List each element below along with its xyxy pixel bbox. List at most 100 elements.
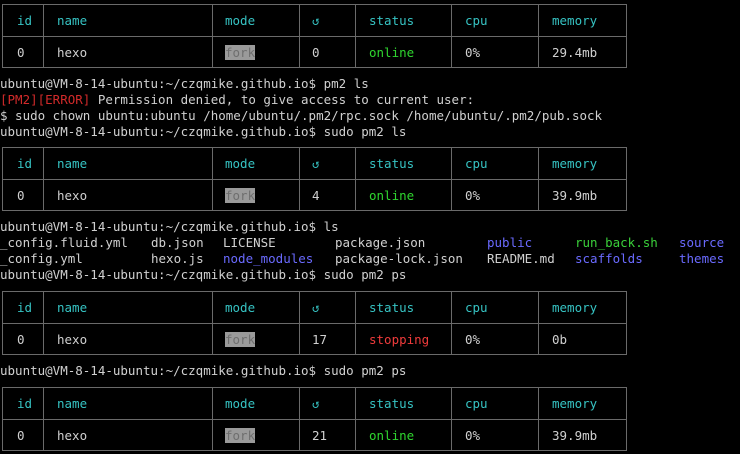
command-line: ubuntu@VM-8-14-ubuntu:~/czqmike.github.i… [0,363,406,379]
command-line: ubuntu@VM-8-14-ubuntu:~/czqmike.github.i… [0,267,406,283]
command-text: sudo pm2 ps [323,267,407,282]
command-line: ubuntu@VM-8-14-ubuntu:~/czqmike.github.i… [0,219,339,235]
cell-name: hexo [57,332,88,347]
fix-hint-line: $ sudo chown ubuntu:ubuntu /home/ubuntu/… [0,108,603,123]
error-line: [PM2][ERROR] Permission denied, to give … [0,92,474,108]
error-message: Permission denied, to give access to cur… [90,92,475,107]
shell-prompt: ubuntu@VM-8-14-ubuntu:~/czqmike.github.i… [0,219,317,234]
header-name: name [57,156,88,171]
header-status: status [369,156,415,171]
cell-name: hexo [57,428,88,443]
table-row: 0 hexo fork 4 online 0% 39.9mb [3,180,626,212]
error-tag: [PM2][ERROR] [0,92,91,107]
cell-restarts: 17 [312,332,328,347]
header-memory: memory [552,156,598,171]
header-memory: memory [552,13,598,28]
header-mode: mode [225,300,256,315]
pm2-process-table-4: id name mode ↺ status cpu memory 0 hexo … [2,387,627,451]
cell-name: hexo [57,45,88,60]
header-status: status [369,13,415,28]
cell-mode: fork [225,180,256,212]
cell-status: online [369,45,415,60]
restart-icon: ↺ [312,300,320,315]
cell-name: hexo [57,188,88,203]
pm2-process-table-2: id name mode ↺ status cpu memory 0 hexo … [2,147,627,211]
header-name: name [57,300,88,315]
ls-entry-file: _config.yml [0,251,83,266]
mode-badge: fork [225,45,256,60]
table-header: id name mode ↺ status cpu memory [3,388,626,420]
cell-memory: 39.9mb [552,428,598,443]
cell-cpu: 0% [465,45,481,60]
mode-badge: fork [225,332,256,347]
table-header: id name mode ↺ status cpu memory [3,292,626,324]
ls-entry-directory: scaffolds [575,251,643,266]
cell-status: stopping [369,332,430,347]
cell-status: online [369,188,415,203]
ls-entry-file: README.md [487,251,555,266]
command-text: sudo pm2 ls [323,124,407,139]
cell-restarts: 21 [312,428,328,443]
cell-memory: 39.9mb [552,188,598,203]
ls-entry-file: package.json [335,235,426,250]
header-id: id [17,396,33,411]
shell-prompt: ubuntu@VM-8-14-ubuntu:~/czqmike.github.i… [0,76,317,91]
header-name: name [57,13,88,28]
restart-icon: ↺ [312,396,320,411]
ls-entry-file: db.json [151,235,204,250]
header-mode: mode [225,13,256,28]
header-mode: mode [225,396,256,411]
cell-mode: fork [225,324,256,356]
cell-id: 0 [17,428,25,443]
header-cpu: cpu [465,156,488,171]
cell-status: online [369,428,415,443]
table-row: 0 hexo fork 0 online 0% 29.4mb [3,37,626,69]
cell-id: 0 [17,45,25,60]
shell-prompt: ubuntu@VM-8-14-ubuntu:~/czqmike.github.i… [0,363,317,378]
ls-entry-file: package-lock.json [335,251,463,266]
header-cpu: cpu [465,300,488,315]
command-text: pm2 ls [323,76,369,91]
ls-entry-file: LICENSE [223,235,276,250]
header-id: id [17,13,33,28]
cell-memory: 0b [552,332,568,347]
cell-id: 0 [17,332,25,347]
restart-icon: ↺ [312,156,320,171]
ls-entry-file: _config.fluid.yml [0,235,128,250]
header-memory: memory [552,300,598,315]
ls-entry-directory: themes [679,251,725,266]
cell-id: 0 [17,188,25,203]
cell-cpu: 0% [465,332,481,347]
mode-badge: fork [225,188,256,203]
terminal-window[interactable]: id name mode ↺ status cpu memory 0 hexo … [0,0,740,454]
command-line: ubuntu@VM-8-14-ubuntu:~/czqmike.github.i… [0,76,369,92]
shell-prompt: ubuntu@VM-8-14-ubuntu:~/czqmike.github.i… [0,124,317,139]
restart-icon: ↺ [312,13,320,28]
ls-entry-executable: run_back.sh [575,235,658,250]
mode-badge: fork [225,428,256,443]
cell-cpu: 0% [465,188,481,203]
cell-cpu: 0% [465,428,481,443]
ls-entry-directory: public [487,235,533,250]
ls-entry-directory: source [679,235,725,250]
header-name: name [57,396,88,411]
pm2-process-table-1: id name mode ↺ status cpu memory 0 hexo … [2,4,627,68]
table-row: 0 hexo fork 17 stopping 0% 0b [3,324,626,356]
table-header: id name mode ↺ status cpu memory [3,148,626,180]
command-line: ubuntu@VM-8-14-ubuntu:~/czqmike.github.i… [0,124,406,140]
ls-entry-file: hexo.js [151,251,204,266]
pm2-process-table-3: id name mode ↺ status cpu memory 0 hexo … [2,291,627,355]
ls-entry-directory: node_modules [223,251,314,266]
header-status: status [369,396,415,411]
header-status: status [369,300,415,315]
cell-mode: fork [225,420,256,452]
cell-memory: 29.4mb [552,45,598,60]
header-cpu: cpu [465,13,488,28]
header-memory: memory [552,396,598,411]
header-id: id [17,156,33,171]
table-row: 0 hexo fork 21 online 0% 39.9mb [3,420,626,452]
cell-restarts: 4 [312,188,320,203]
cell-mode: fork [225,37,256,69]
cell-restarts: 0 [312,45,320,60]
table-header: id name mode ↺ status cpu memory [3,5,626,37]
